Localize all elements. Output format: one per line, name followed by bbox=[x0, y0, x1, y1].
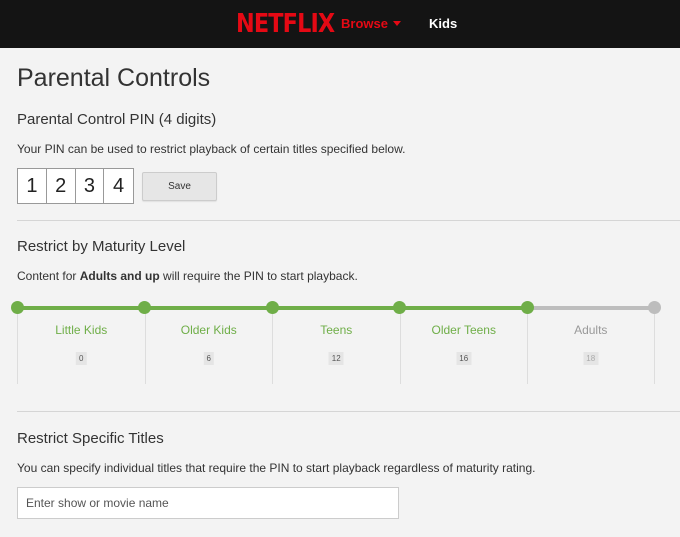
slider-track-segment bbox=[399, 306, 527, 310]
titles-section-title: Restrict Specific Titles bbox=[17, 430, 164, 447]
pin-section-description: Your PIN can be used to restrict playbac… bbox=[17, 142, 406, 156]
slider-handle[interactable] bbox=[520, 301, 534, 314]
maturity-age-badge: 18 bbox=[583, 352, 599, 365]
pin-section-title: Parental Control PIN (4 digits) bbox=[17, 111, 217, 128]
slider-track-segment bbox=[272, 306, 400, 310]
slider-dot[interactable] bbox=[10, 301, 24, 314]
pin-digit-1[interactable]: 1 bbox=[18, 169, 47, 203]
save-pin-button[interactable]: Save bbox=[142, 172, 217, 201]
maturity-level-older-kids[interactable]: Older Kids 6 bbox=[144, 312, 273, 384]
browse-menu[interactable]: Browse bbox=[341, 16, 401, 31]
maturity-age-badge: 16 bbox=[456, 352, 472, 365]
maturity-level-label: Older Teens bbox=[431, 323, 496, 337]
kids-link[interactable]: Kids bbox=[429, 16, 457, 31]
page-title: Parental Controls bbox=[17, 64, 211, 92]
slider-track-segment bbox=[527, 306, 655, 310]
maturity-level-little-kids[interactable]: Little Kids 0 bbox=[17, 312, 145, 384]
maturity-desc-level: Adults and up bbox=[79, 269, 160, 283]
top-navigation-bar: NETFLIX Browse Kids bbox=[0, 0, 680, 48]
maturity-age-badge: 0 bbox=[76, 352, 87, 365]
browse-label: Browse bbox=[341, 16, 388, 31]
slider-track-segment bbox=[17, 306, 145, 310]
slider-dot[interactable] bbox=[393, 301, 406, 314]
pin-input-group: 1 2 3 4 bbox=[17, 168, 134, 204]
netflix-logo[interactable]: NETFLIX bbox=[236, 9, 335, 39]
slider-dot[interactable] bbox=[648, 301, 661, 314]
maturity-level-label: Little Kids bbox=[55, 323, 108, 337]
maturity-level-adults[interactable]: Adults 18 bbox=[527, 312, 655, 384]
title-search-input[interactable] bbox=[17, 487, 399, 519]
maturity-desc-suffix: will require the PIN to start playback. bbox=[159, 269, 358, 283]
maturity-level-older-teens[interactable]: Older Teens 16 bbox=[399, 312, 528, 384]
section-divider bbox=[17, 220, 680, 221]
pin-digit-2[interactable]: 2 bbox=[47, 169, 76, 203]
titles-section-description: You can specify individual titles that r… bbox=[17, 461, 536, 475]
maturity-level-label: Teens bbox=[320, 323, 353, 337]
slider-dot[interactable] bbox=[138, 301, 151, 314]
maturity-level-label: Adults bbox=[574, 323, 608, 337]
slider-dot[interactable] bbox=[265, 301, 279, 314]
pin-digit-3[interactable]: 3 bbox=[76, 169, 105, 203]
maturity-level-teens[interactable]: Teens 12 bbox=[272, 312, 400, 384]
maturity-level-slider[interactable]: Little Kids 0 Older Kids 6 Teens 12 Older Teen… bbox=[0, 296, 680, 390]
maturity-description: Content for Adults and up will require t… bbox=[17, 269, 358, 283]
slider-track-segment bbox=[144, 306, 272, 310]
chevron-down-icon bbox=[392, 21, 401, 26]
maturity-section-title: Restrict by Maturity Level bbox=[17, 238, 186, 255]
maturity-desc-prefix: Content for bbox=[17, 269, 80, 283]
maturity-age-badge: 12 bbox=[328, 352, 344, 365]
pin-digit-4[interactable]: 4 bbox=[104, 169, 133, 203]
maturity-age-badge: 6 bbox=[203, 352, 214, 365]
section-divider bbox=[17, 411, 680, 412]
maturity-level-label: Older Kids bbox=[180, 323, 237, 337]
